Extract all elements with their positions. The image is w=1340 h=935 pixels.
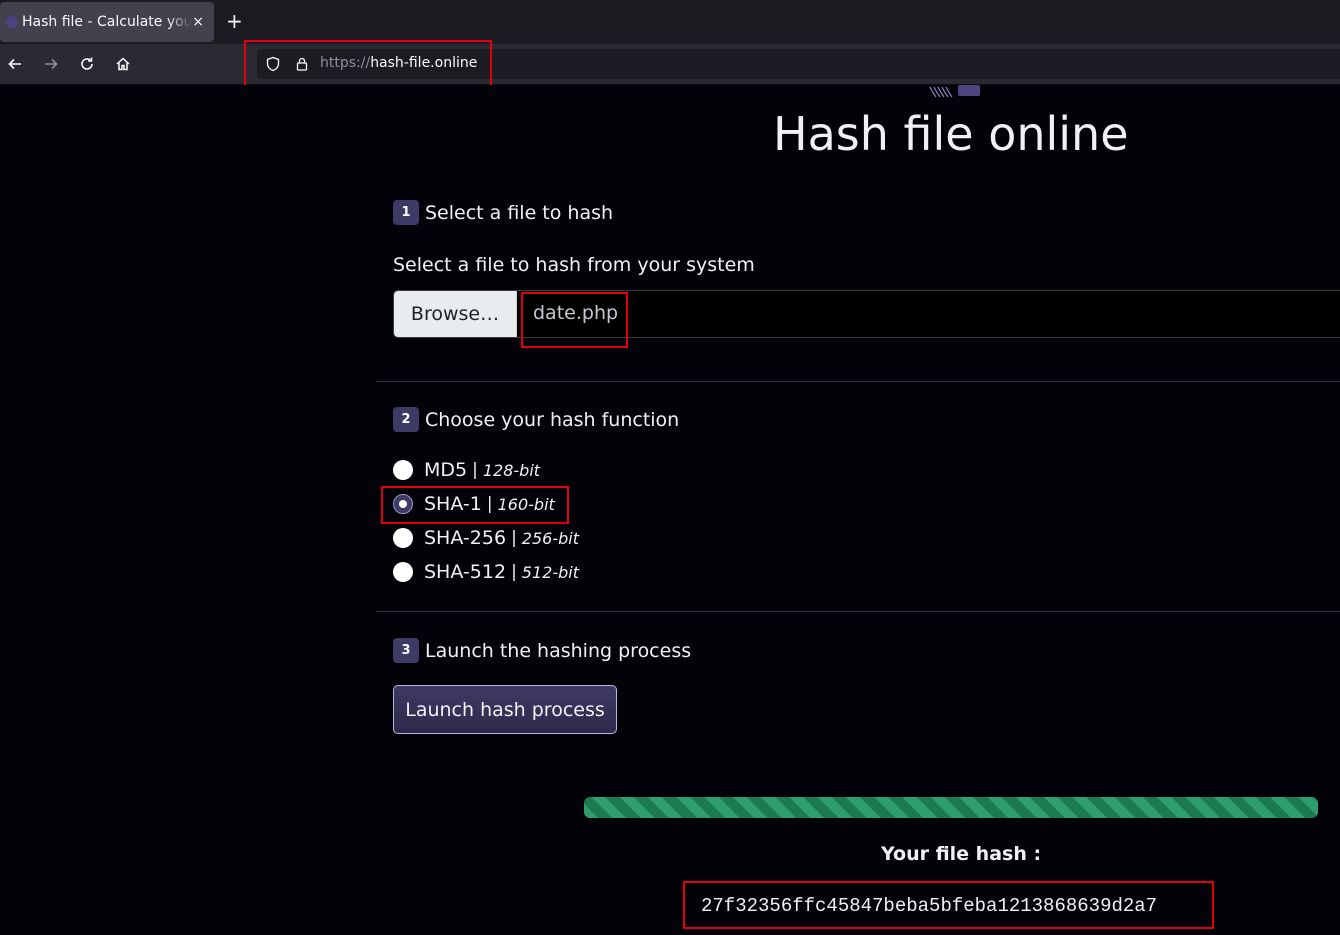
option-separator: | xyxy=(511,528,517,548)
reload-button[interactable] xyxy=(76,53,98,75)
back-button[interactable] xyxy=(4,53,26,75)
option-bits: 512-bit xyxy=(521,562,579,582)
browser-tab[interactable]: Hash file - Calculate your file hash × xyxy=(0,2,214,42)
option-separator: | xyxy=(472,460,478,480)
sha256-radio[interactable] xyxy=(393,528,413,548)
tab-title: Hash file - Calculate your file hash xyxy=(22,14,192,30)
option-name: SHA-256 xyxy=(424,527,507,549)
step-1-header: 1 Select a file to hash xyxy=(393,200,613,225)
page-title: Hash file online xyxy=(773,107,1129,161)
reload-icon xyxy=(81,57,93,70)
step-3-label: Launch the hashing process xyxy=(425,639,692,662)
hash-option-md5[interactable]: MD5 | 128-bit xyxy=(393,459,540,481)
option-bits: 256-bit xyxy=(521,528,579,548)
option-name: SHA-512 xyxy=(424,561,507,583)
back-arrow-icon xyxy=(8,58,21,70)
option-name: MD5 xyxy=(424,459,468,481)
step-2-header: 2 Choose your hash function xyxy=(393,407,679,432)
forward-button[interactable] xyxy=(40,53,62,75)
navigation-bar: https://hash-file.online xyxy=(0,44,1340,85)
close-tab-icon[interactable]: × xyxy=(192,13,204,31)
launch-hash-button[interactable]: Launch hash process xyxy=(393,685,617,734)
logo-icon xyxy=(929,85,980,98)
forward-arrow-icon xyxy=(45,58,58,70)
favicon-icon xyxy=(6,16,18,28)
url-highlight-box xyxy=(244,40,492,91)
option-separator: | xyxy=(511,562,517,582)
step-3-header: 3 Launch the hashing process xyxy=(393,638,691,663)
tab-bar: Hash file - Calculate your file hash × + xyxy=(0,0,1340,44)
file-prompt: Select a file to hash from your system xyxy=(393,254,755,276)
page-content: Hash file online 1 Select a file to hash… xyxy=(0,85,1340,935)
home-button[interactable] xyxy=(112,53,134,75)
step-1-label: Select a file to hash xyxy=(425,201,614,224)
progress-bar xyxy=(584,797,1318,818)
md5-radio[interactable] xyxy=(393,460,413,480)
step-2-label: Choose your hash function xyxy=(425,408,680,431)
divider xyxy=(376,611,1340,612)
sha1-highlight-box xyxy=(381,486,569,524)
hash-option-sha256[interactable]: SHA-256 | 256-bit xyxy=(393,527,579,549)
file-name-highlight-box xyxy=(521,292,628,348)
option-bits: 128-bit xyxy=(482,460,541,480)
sha512-radio[interactable] xyxy=(393,562,413,582)
hash-result-label: Your file hash : xyxy=(881,843,1042,865)
home-icon xyxy=(116,57,130,71)
hash-highlight-box xyxy=(683,881,1214,929)
hash-option-sha512[interactable]: SHA-512 | 512-bit xyxy=(393,561,579,583)
browse-button[interactable]: Browse… xyxy=(394,291,517,337)
step-2-badge: 2 xyxy=(393,407,419,432)
step-1-badge: 1 xyxy=(393,200,419,225)
step-3-badge: 3 xyxy=(393,638,419,663)
divider xyxy=(376,381,1340,382)
new-tab-button[interactable]: + xyxy=(226,10,243,32)
